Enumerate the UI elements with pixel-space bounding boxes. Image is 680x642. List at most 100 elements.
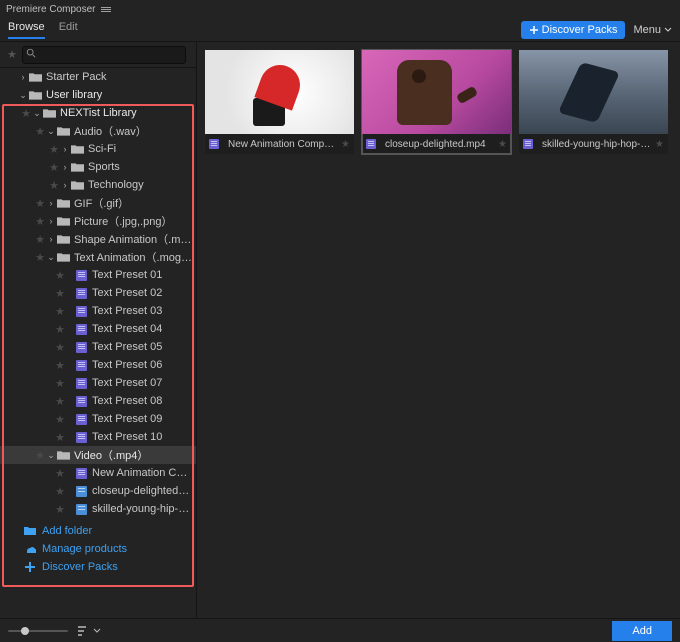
tree-label: Text Preset 06 [92,359,162,371]
tree-item-text-animation[interactable]: ★ ⌄ Text Animation（.mogrt） [0,248,196,266]
chevron-right-icon[interactable]: › [46,216,56,226]
tree-item-starter-pack[interactable]: › Starter Pack [0,68,196,86]
star-icon[interactable]: ★ [54,485,66,498]
star-icon[interactable]: ★ [20,107,32,120]
tree-item-video-file[interactable]: ★closeup-delighted.mp4 [0,482,196,500]
plus-icon [24,561,36,573]
star-icon[interactable]: ★ [54,377,66,390]
thumbnail-card[interactable]: New Animation Compos… ★ [205,50,354,154]
star-icon[interactable]: ★ [54,503,66,516]
manage-products-action[interactable]: Manage products [0,540,196,558]
star-filter-icon[interactable]: ★ [6,48,18,61]
chevron-down-icon[interactable]: ⌄ [32,108,42,119]
tree-item-user-library[interactable]: ⌄ User library [0,86,196,104]
chevron-right-icon[interactable]: › [18,72,28,82]
thumbnail-size-slider[interactable] [8,626,68,636]
tree-label: Text Preset 01 [92,269,162,281]
content-area: New Animation Compos… ★ closeup-delighte… [197,42,680,618]
tree-item-shape-animation[interactable]: ★ › Shape Animation（.mogrt） [0,230,196,248]
star-icon[interactable]: ★ [54,323,66,336]
add-button[interactable]: Add [612,621,672,641]
thumbnail-card[interactable]: skilled-young-hip-hop-st… ★ [519,50,668,154]
search-input[interactable] [22,46,186,64]
chevron-down-icon[interactable]: ⌄ [18,90,28,101]
tab-browse[interactable]: Browse [8,21,45,39]
tree-item-text-preset[interactable]: ★ Text Preset 01 [0,266,196,284]
tree-item-text-preset[interactable]: ★Text Preset 04 [0,320,196,338]
discover-packs-button[interactable]: Discover Packs [521,21,626,39]
chevron-down-icon[interactable]: ⌄ [46,252,56,263]
tree-item-text-preset[interactable]: ★ Text Preset 06 [0,356,196,374]
star-icon[interactable]: ★ [655,139,664,150]
add-folder-action[interactable]: Add folder [0,522,196,540]
star-icon[interactable]: ★ [54,359,66,372]
chevron-down-icon[interactable]: ⌄ [46,126,56,137]
star-icon[interactable]: ★ [54,395,66,408]
chevron-down-icon[interactable]: ⌄ [46,450,56,461]
thumbnail-label: New Animation Compos… [228,139,337,150]
tree-item-video[interactable]: ★ ⌄ Video（.mp4） [0,446,196,464]
star-icon[interactable]: ★ [54,287,66,300]
mogrt-file-icon [76,432,87,443]
tree-item-text-preset[interactable]: ★Text Preset 09 [0,410,196,428]
chevron-right-icon[interactable]: › [46,234,56,244]
chevron-down-icon [664,26,672,34]
star-icon[interactable]: ★ [54,305,66,318]
mogrt-file-icon [76,414,87,425]
tree-label: NEXTist Library [60,107,137,119]
star-icon[interactable]: ★ [48,179,60,192]
discover-packs-action[interactable]: Discover Packs [0,558,196,576]
tab-edit[interactable]: Edit [59,21,78,39]
star-icon[interactable]: ★ [48,143,60,156]
tree-item-picture[interactable]: ★ › Picture（.jpg,.png） [0,212,196,230]
tree-item-nextist[interactable]: ★ ⌄ NEXTist Library [0,104,196,122]
mogrt-file-icon [76,378,87,389]
tree-label: Text Preset 05 [92,341,162,353]
tree-item-text-preset[interactable]: ★ Text Preset 10 [0,428,196,446]
star-icon[interactable]: ★ [34,251,46,264]
star-icon[interactable]: ★ [498,139,507,150]
tree-item-text-preset[interactable]: ★Text Preset 03 [0,302,196,320]
chevron-right-icon[interactable]: › [46,198,56,208]
star-icon[interactable]: ★ [54,467,66,480]
tree-item-text-preset[interactable]: ★ Text Preset 05 [0,338,196,356]
chevron-right-icon[interactable]: › [60,180,70,190]
cloud-icon [24,543,36,555]
star-icon[interactable]: ★ [54,269,66,282]
star-icon[interactable]: ★ [54,431,66,444]
chevron-right-icon[interactable]: › [60,144,70,154]
tree-item-text-preset[interactable]: ★Text Preset 08 [0,392,196,410]
tree-item-text-preset[interactable]: ★Text Preset 02 [0,284,196,302]
star-icon[interactable]: ★ [341,139,350,150]
star-icon[interactable]: ★ [54,341,66,354]
tree-item-gif[interactable]: ★ › GIF（.gif） [0,194,196,212]
thumbnail-card[interactable]: closeup-delighted.mp4 ★ [362,50,511,154]
star-icon[interactable]: ★ [34,125,46,138]
tree-label: Shape Animation（.mogrt） [74,231,192,247]
chevron-right-icon[interactable]: › [60,162,70,172]
tree-label: New Animation Compos… [92,467,192,479]
star-icon[interactable]: ★ [34,233,46,246]
video-file-icon [76,486,87,497]
star-icon[interactable]: ★ [48,161,60,174]
action-label: Discover Packs [42,561,118,573]
tree-item-audio[interactable]: ★ ⌄ Audio（.wav） [0,122,196,140]
tree-item-sports[interactable]: ★ › Sports [0,158,196,176]
star-icon[interactable]: ★ [54,413,66,426]
sort-view-button[interactable] [78,626,101,636]
star-icon[interactable]: ★ [34,449,46,462]
tree-label: Text Preset 10 [92,431,162,443]
tree-item-video-file[interactable]: ★skilled-young-hip-hop-st… [0,500,196,518]
star-icon[interactable]: ★ [34,215,46,228]
tree-item-video-file[interactable]: ★ New Animation Compos… [0,464,196,482]
action-label: Add folder [42,525,92,537]
slider-thumb[interactable] [21,627,29,635]
menu-button[interactable]: Menu [633,24,672,36]
star-icon[interactable]: ★ [34,197,46,210]
tree-item-scifi[interactable]: ★ › Sci-Fi [0,140,196,158]
tree-item-text-preset[interactable]: ★Text Preset 07 [0,374,196,392]
folder-icon [56,197,70,209]
tree-item-technology[interactable]: ★ › Technology [0,176,196,194]
folder-icon [56,215,70,227]
panel-menu-icon[interactable] [101,7,111,12]
